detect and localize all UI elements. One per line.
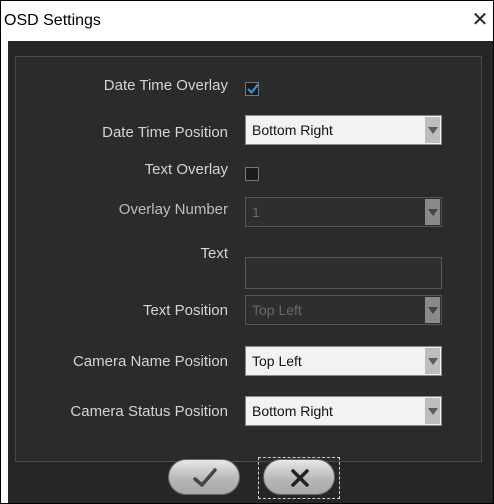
- dialog-title: OSD Settings: [4, 12, 101, 29]
- text-position-select[interactable]: Top Left: [245, 295, 442, 325]
- close-icon[interactable]: ✕: [469, 9, 491, 31]
- checkmark-icon: [247, 83, 259, 95]
- date-time-position-value: Bottom Right: [252, 122, 333, 138]
- overlay-number-select[interactable]: 1: [245, 197, 442, 227]
- x-icon: [291, 469, 309, 487]
- text-overlay-checkbox[interactable]: [245, 167, 259, 181]
- overlay-number-label: Overlay Number: [118, 201, 228, 218]
- camera-name-position-value: Top Left: [252, 353, 302, 369]
- text-position-label: Text Position: [142, 302, 228, 319]
- dialog-content: Date Time Overlay Date Time Position Bot…: [8, 41, 493, 503]
- chevron-down-icon: [425, 199, 440, 225]
- chevron-down-icon: [425, 398, 440, 424]
- date-time-position-select[interactable]: Bottom Right: [245, 115, 442, 145]
- camera-name-position-select[interactable]: Top Left: [245, 346, 442, 376]
- text-input[interactable]: [245, 257, 442, 289]
- osd-settings-dialog: OSD Settings ✕ Date Time Overlay Date Ti…: [0, 0, 494, 504]
- overlay-number-value: 1: [252, 204, 260, 220]
- date-time-overlay-label: Date Time Overlay: [103, 77, 228, 94]
- settings-panel: Date Time Overlay Date Time Position Bot…: [15, 56, 482, 462]
- date-time-position-label: Date Time Position: [102, 124, 228, 141]
- text-label: Text: [200, 245, 228, 262]
- chevron-down-icon: [425, 117, 440, 143]
- chevron-down-icon: [425, 297, 440, 323]
- checkmark-icon: [193, 468, 217, 487]
- date-time-overlay-checkbox[interactable]: [245, 82, 259, 96]
- ok-button[interactable]: [168, 459, 240, 495]
- camera-status-position-value: Bottom Right: [252, 403, 333, 419]
- camera-status-position-select[interactable]: Bottom Right: [245, 396, 442, 426]
- chevron-down-icon: [425, 348, 440, 374]
- cancel-button[interactable]: [263, 459, 335, 495]
- text-overlay-label: Text Overlay: [144, 161, 228, 178]
- camera-name-position-label: Camera Name Position: [72, 353, 228, 370]
- text-position-value: Top Left: [252, 302, 302, 318]
- title-bar: OSD Settings ✕: [1, 1, 493, 41]
- camera-status-position-label: Camera Status Position: [70, 403, 228, 420]
